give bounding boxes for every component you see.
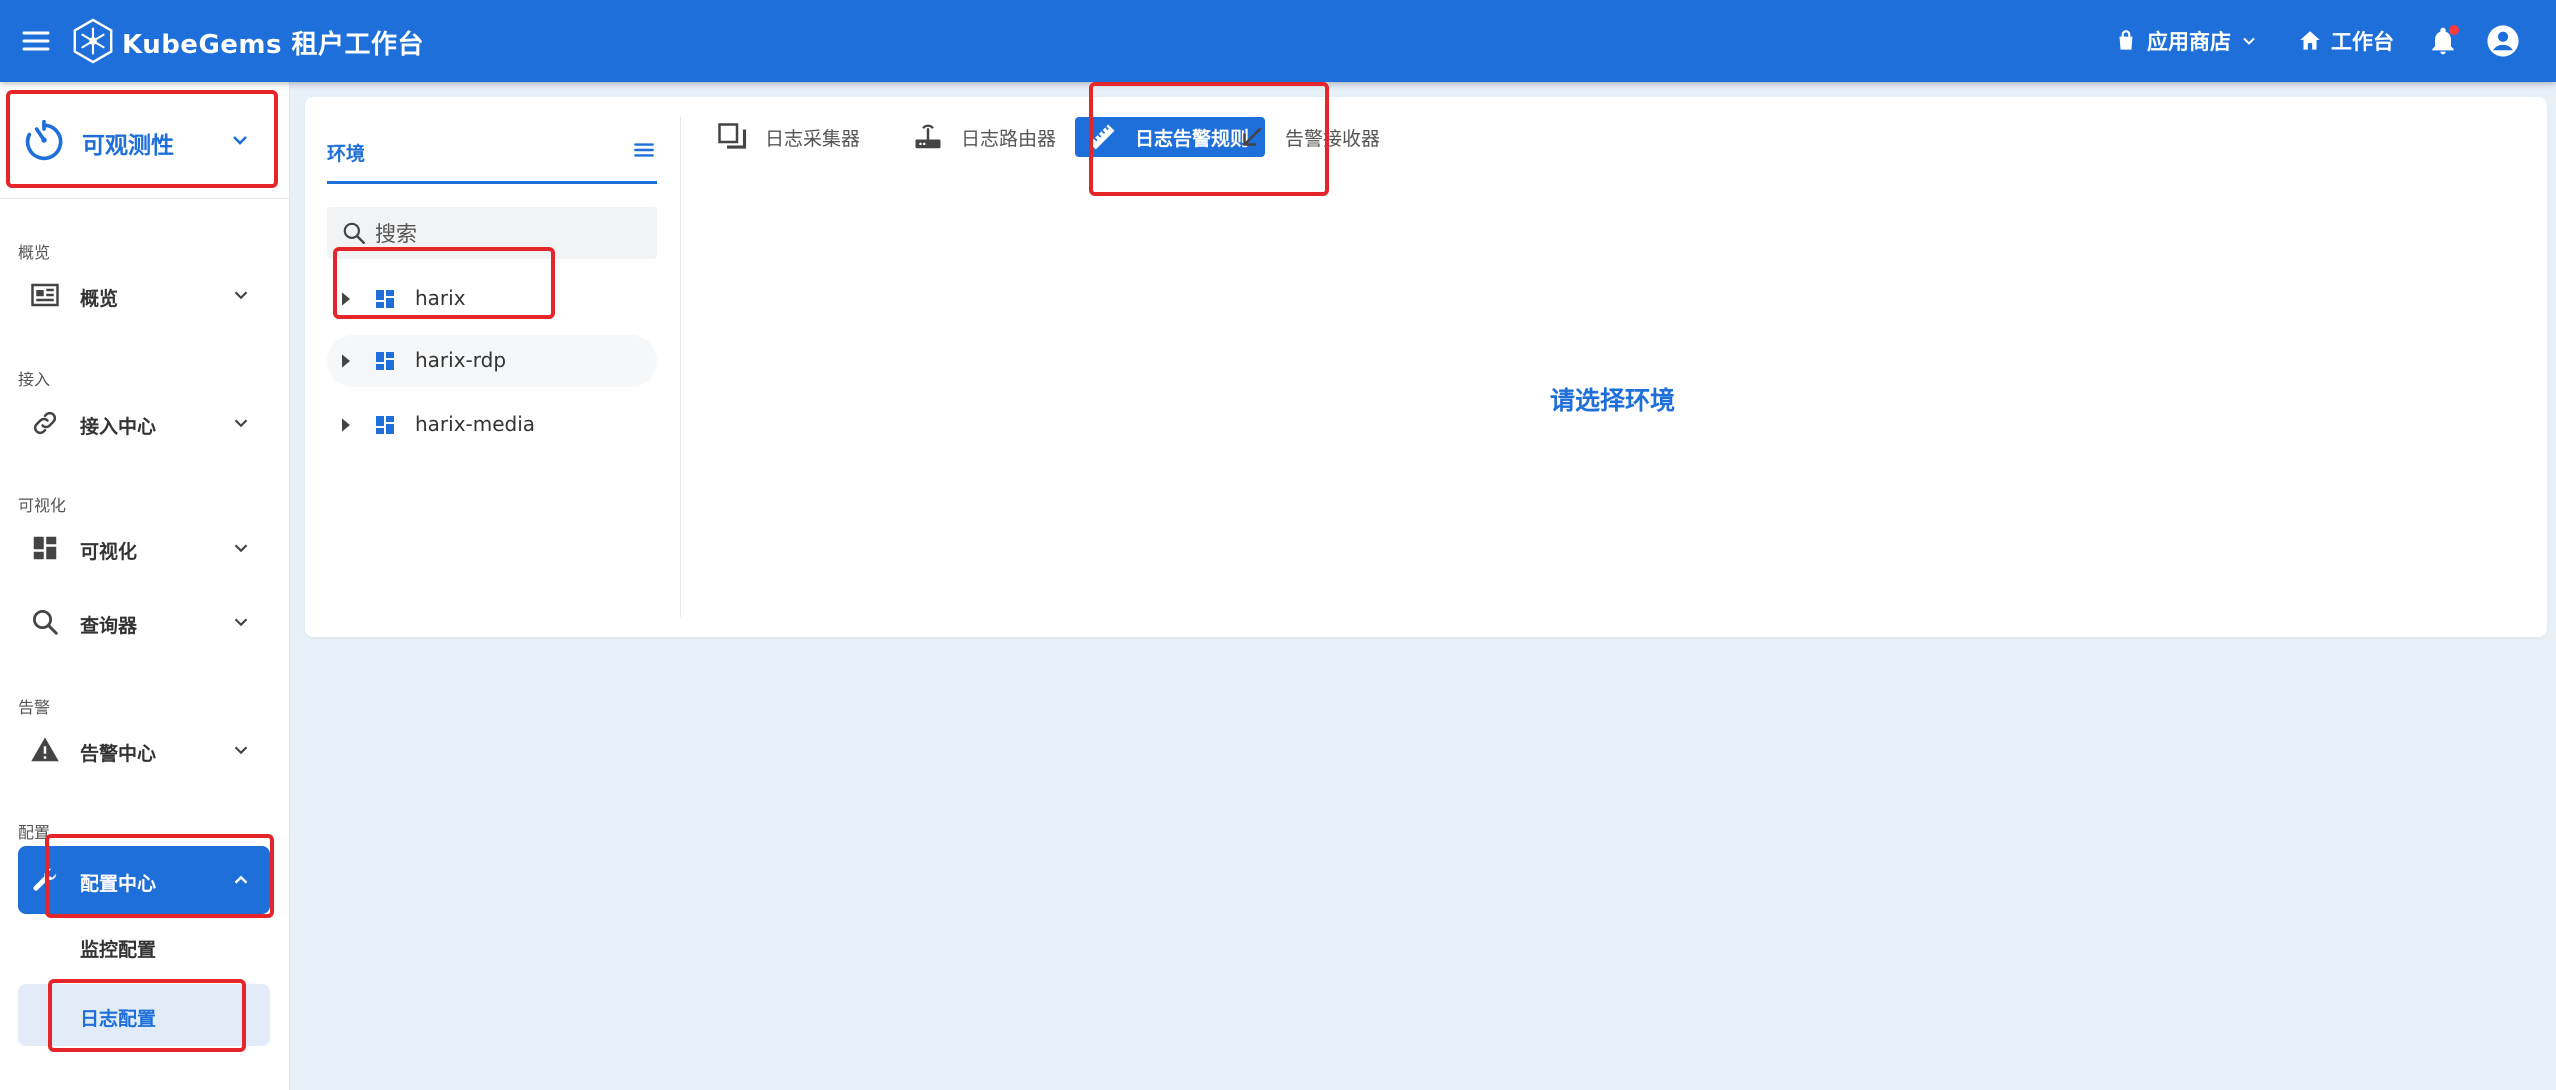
search-icon <box>343 222 365 244</box>
environment-tree-item[interactable]: harix-media <box>327 399 657 451</box>
environment-name: harix-media <box>415 412 536 436</box>
observability-icon <box>25 119 63 161</box>
sub-item-label: 监控配置 <box>80 939 157 961</box>
account-circle-icon <box>2487 25 2519 57</box>
group-label-config: 配置 <box>18 823 51 842</box>
app-store-label: 应用商店 <box>2147 30 2231 54</box>
newspaper-icon <box>31 283 59 307</box>
caret-right-icon[interactable] <box>339 417 353 433</box>
nav-item-label: 配置中心 <box>80 873 157 895</box>
environment-tree-item[interactable]: harix-rdp <box>327 335 657 387</box>
search-icon <box>33 610 58 635</box>
workbench-label: 工作台 <box>2331 30 2394 54</box>
nav-item-alert-center[interactable]: 告警中心 <box>18 722 270 778</box>
group-label-access: 接入 <box>18 370 51 389</box>
kubegems-logo-icon <box>73 18 113 64</box>
select-environment-message: 请选择环境 <box>1550 386 1676 415</box>
chevron-down-icon <box>2243 37 2255 45</box>
environment-icon <box>376 290 394 308</box>
tab-log-router[interactable]: 日志路由器 <box>901 117 1072 157</box>
app-store-menu[interactable]: 应用商店 <box>2099 26 2273 56</box>
alert-icon <box>31 737 59 762</box>
section-selector[interactable]: 可观测性 <box>6 92 276 188</box>
chevron-down-icon <box>234 618 248 627</box>
wrench-icon <box>33 868 57 891</box>
chevron-down-icon <box>234 291 248 300</box>
list-menu-icon[interactable] <box>631 137 657 163</box>
sidebar-divider <box>0 198 290 199</box>
section-selector-label: 可观测性 <box>82 133 174 159</box>
link-icon <box>33 411 57 435</box>
environment-tree-item[interactable]: harix <box>327 273 657 325</box>
arrow-bottom-left-icon <box>1243 127 1262 146</box>
chevron-down-icon <box>234 746 248 755</box>
environment-search-input[interactable] <box>375 215 645 253</box>
environment-search <box>327 207 657 259</box>
nav-item-label: 查询器 <box>80 615 138 637</box>
main-card: 环境 harix harix-rdp <box>305 97 2547 637</box>
chevron-down-icon <box>234 544 248 553</box>
panel-divider <box>680 117 681 617</box>
app-brand-title: KubeGems 租户工作台 <box>122 30 425 60</box>
menu-icon[interactable] <box>20 25 52 57</box>
router-icon <box>915 124 941 149</box>
group-label-visualization: 可视化 <box>18 496 67 515</box>
environment-name: harix-rdp <box>415 348 507 372</box>
environment-panel-title: 环境 <box>327 143 366 165</box>
notification-dot <box>2449 25 2459 35</box>
environment-icon <box>376 352 394 370</box>
environment-tab-underline <box>327 181 657 184</box>
tab-label: 日志路由器 <box>961 127 1057 150</box>
nav-item-label: 告警中心 <box>80 743 157 765</box>
sub-item-log-config[interactable]: 日志配置 <box>18 984 270 1046</box>
tab-log-collector[interactable]: 日志采集器 <box>705 117 876 157</box>
nav-item-label: 概览 <box>80 288 119 310</box>
workbench-link[interactable]: 工作台 <box>2283 26 2408 56</box>
environment-name: harix <box>415 286 466 310</box>
tab-alert-receiver[interactable]: 告警接收器 <box>1225 117 1396 157</box>
account-button[interactable] <box>2478 16 2528 66</box>
environment-icon <box>376 416 394 434</box>
nav-item-config-center[interactable]: 配置中心 <box>18 846 270 914</box>
chevron-up-icon <box>234 875 248 884</box>
nav-item-overview[interactable]: 概览 <box>18 267 270 323</box>
nav-item-label: 接入中心 <box>80 416 157 438</box>
sub-item-label: 日志配置 <box>80 1008 157 1030</box>
nav-item-query[interactable]: 查询器 <box>18 594 270 650</box>
dashboard-icon <box>33 536 57 560</box>
home-icon <box>2300 31 2320 50</box>
nav-item-visualization[interactable]: 可视化 <box>18 520 270 576</box>
nav-item-access-center[interactable]: 接入中心 <box>18 395 270 451</box>
environment-panel: 环境 harix harix-rdp <box>305 97 680 637</box>
caret-right-icon[interactable] <box>339 291 353 307</box>
group-label-overview: 概览 <box>18 243 51 262</box>
ruler-icon <box>1089 124 1115 150</box>
nav-item-label: 可视化 <box>80 541 138 563</box>
tab-label: 日志采集器 <box>765 127 861 150</box>
sub-item-monitor-config[interactable]: 监控配置 <box>18 915 270 977</box>
top-app-bar: KubeGems 租户工作台 应用商店 工作台 <box>0 0 2556 82</box>
caret-right-icon[interactable] <box>339 353 353 369</box>
sidebar: 可观测性 概览 概览 接入 接入中心 可视化 可视化 查询器 告警 告警中心 配… <box>0 82 290 1090</box>
shopping-bag-icon <box>2119 30 2133 50</box>
top-actions: 应用商店 工作台 <box>2099 0 2528 82</box>
group-label-alert: 告警 <box>18 698 51 717</box>
tab-label: 告警接收器 <box>1285 127 1381 150</box>
chevron-down-icon <box>234 419 248 428</box>
notifications-button[interactable] <box>2418 16 2468 66</box>
chevron-down-icon <box>233 136 247 145</box>
collector-icon <box>718 123 747 149</box>
